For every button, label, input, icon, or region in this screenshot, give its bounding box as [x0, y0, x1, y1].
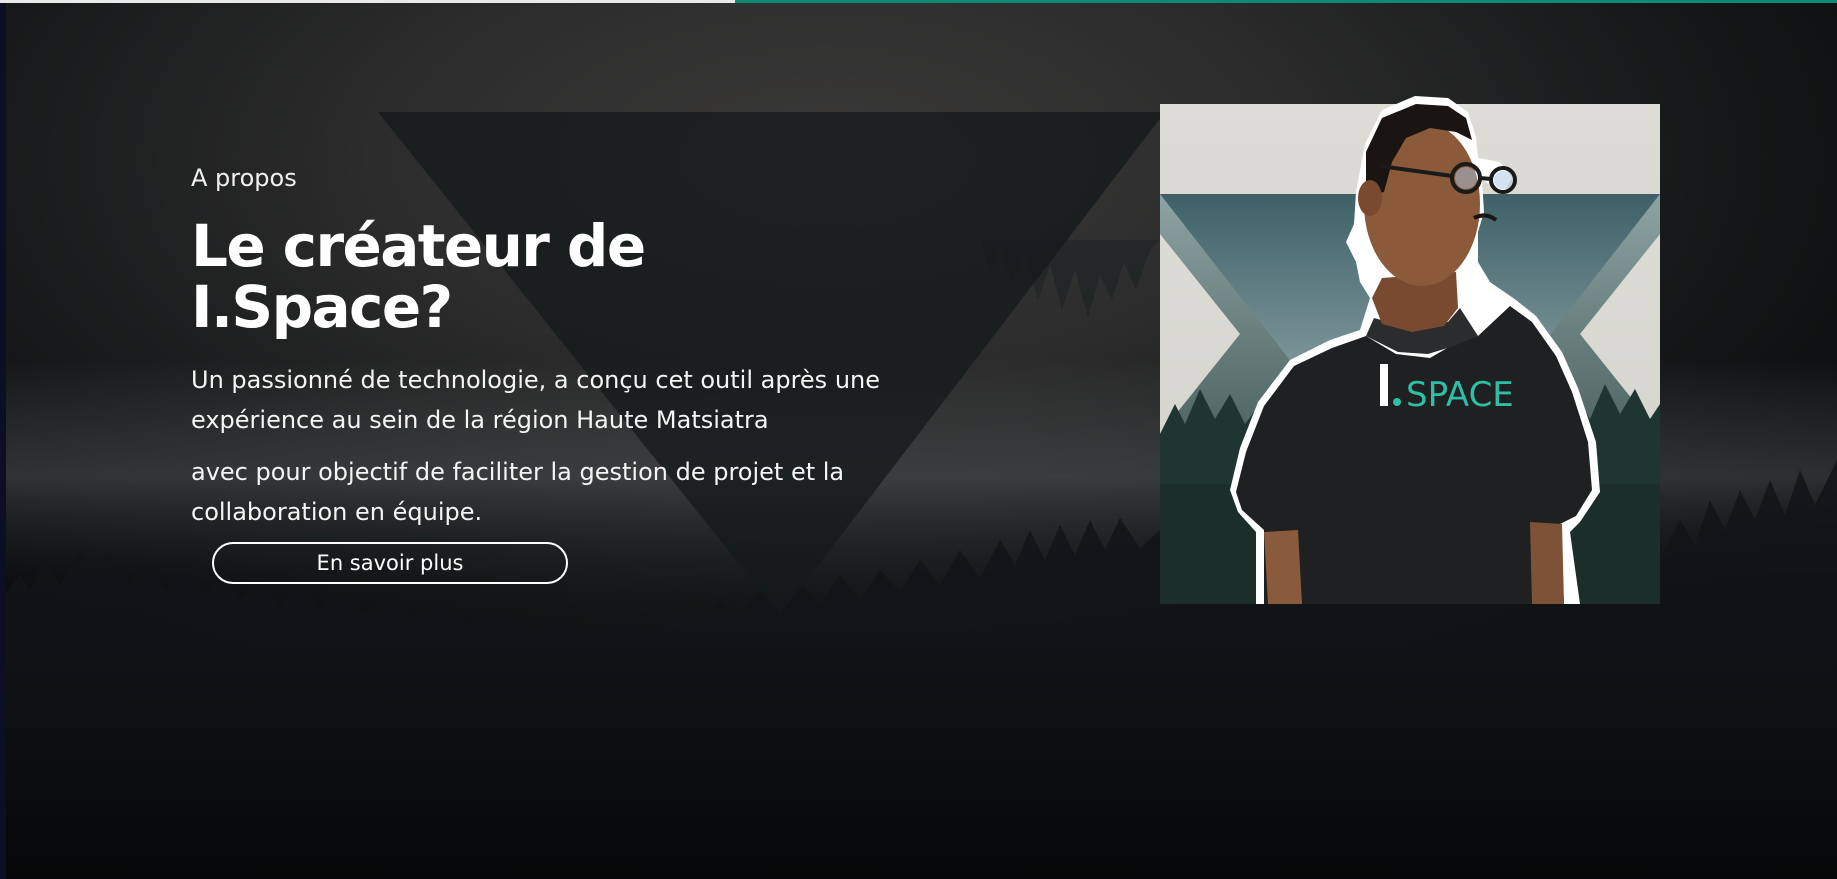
about-paragraph-2: avec pour objectif de faciliter la gesti… [191, 457, 845, 526]
scroll-progress-bar [0, 0, 1837, 3]
scroll-progress-fill [0, 0, 735, 3]
section-eyebrow: A propos [191, 164, 297, 192]
about-paragraph-1: Un passionné de technologie, a conçu cet… [191, 365, 881, 434]
left-edge-strip [0, 0, 6, 879]
learn-more-button[interactable]: En savoir plus [212, 542, 568, 584]
shirt-logo-dot [1393, 398, 1401, 406]
section-title: Le créateur de I.Space? [191, 212, 646, 341]
shirt-logo-i-bar [1380, 364, 1388, 406]
creator-portrait: SPACE [1230, 96, 1600, 604]
about-section: A propos Le créateur de I.Space? Un pass… [0, 0, 1837, 879]
shirt-logo-text: SPACE [1406, 375, 1514, 415]
about-content: A propos Le créateur de I.Space? Un pass… [191, 164, 911, 544]
